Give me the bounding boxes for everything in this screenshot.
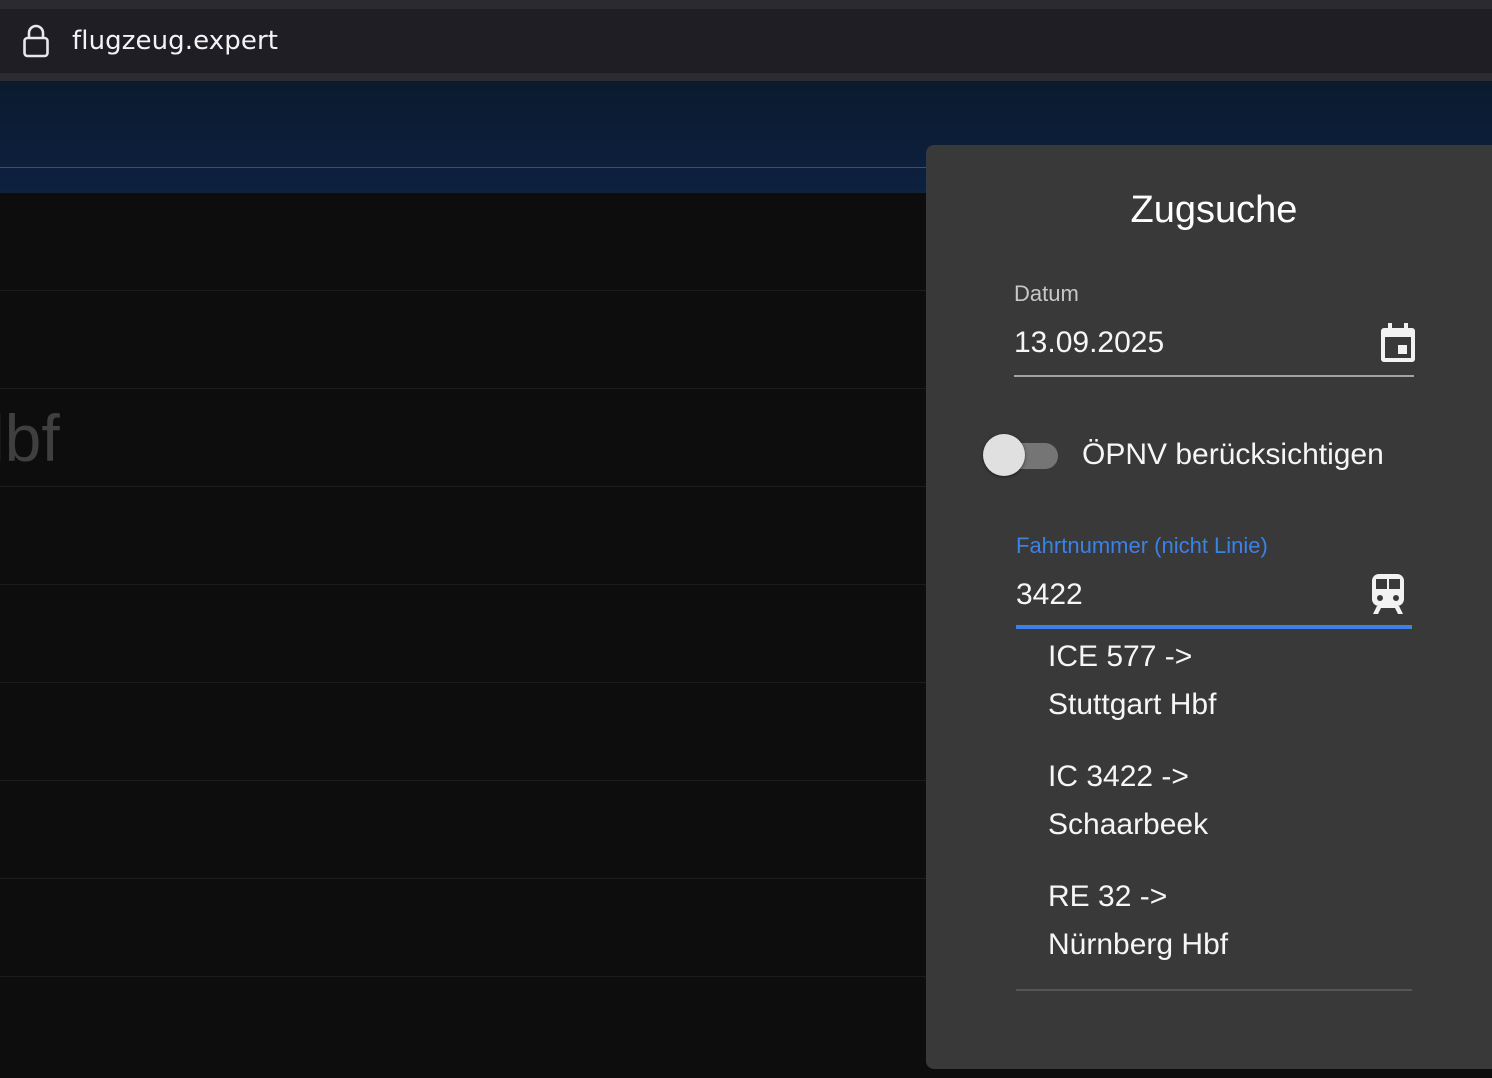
suggestion-destination: Stuttgart Hbf [1048,688,1217,721]
suggestion-list-divider [1016,989,1412,991]
url-text[interactable]: flugzeug.expert [72,23,278,59]
row-divider [0,682,930,683]
background-station-name: lbf [0,401,60,475]
row-divider [0,584,930,585]
suggestion-train: RE 32 -> [1048,880,1168,913]
chrome-divider [0,73,1492,81]
train-icon [1372,574,1404,614]
train-number-label: Fahrtnummer (nicht Linie) [1016,533,1268,558]
browser-top-strip [0,0,1492,9]
suggestion-train: IC 3422 -> [1048,760,1189,793]
row-divider [0,780,930,781]
address-bar[interactable]: flugzeug.expert [0,9,1492,73]
suggestion-destination: Nürnberg Hbf [1048,928,1229,961]
row-divider [0,388,930,389]
row-divider [0,486,930,487]
date-label: Datum [1014,281,1079,306]
suggestion-item[interactable]: IC 3422 -> Schaarbeek [1048,753,1408,873]
date-field[interactable]: 13.09.2025 [1014,323,1164,363]
lock-icon [23,24,49,58]
opnv-toggle-knob[interactable] [983,434,1025,476]
row-divider [0,290,930,291]
train-number-underline [1016,625,1412,629]
train-search-panel: Zugsuche Datum 13.09.2025 ÖPNV berücksic… [926,145,1492,1069]
suggestion-item[interactable]: ICE 577 -> Stuttgart Hbf [1048,633,1408,753]
suggestion-train: ICE 577 -> [1048,640,1193,673]
panel-title: Zugsuche [1130,189,1298,231]
suggestion-list: ICE 577 -> Stuttgart Hbf IC 3422 -> Scha… [1016,633,1412,991]
row-divider [0,878,930,879]
calendar-icon[interactable] [1378,321,1418,365]
train-number-input[interactable]: 3422 [1016,575,1083,615]
opnv-toggle-label[interactable]: ÖPNV berücksichtigen [1082,435,1384,475]
suggestion-destination: Schaarbeek [1048,808,1209,841]
date-field-underline [1014,375,1414,377]
suggestion-item[interactable]: RE 32 -> Nürnberg Hbf [1048,873,1408,993]
row-divider [0,976,930,977]
